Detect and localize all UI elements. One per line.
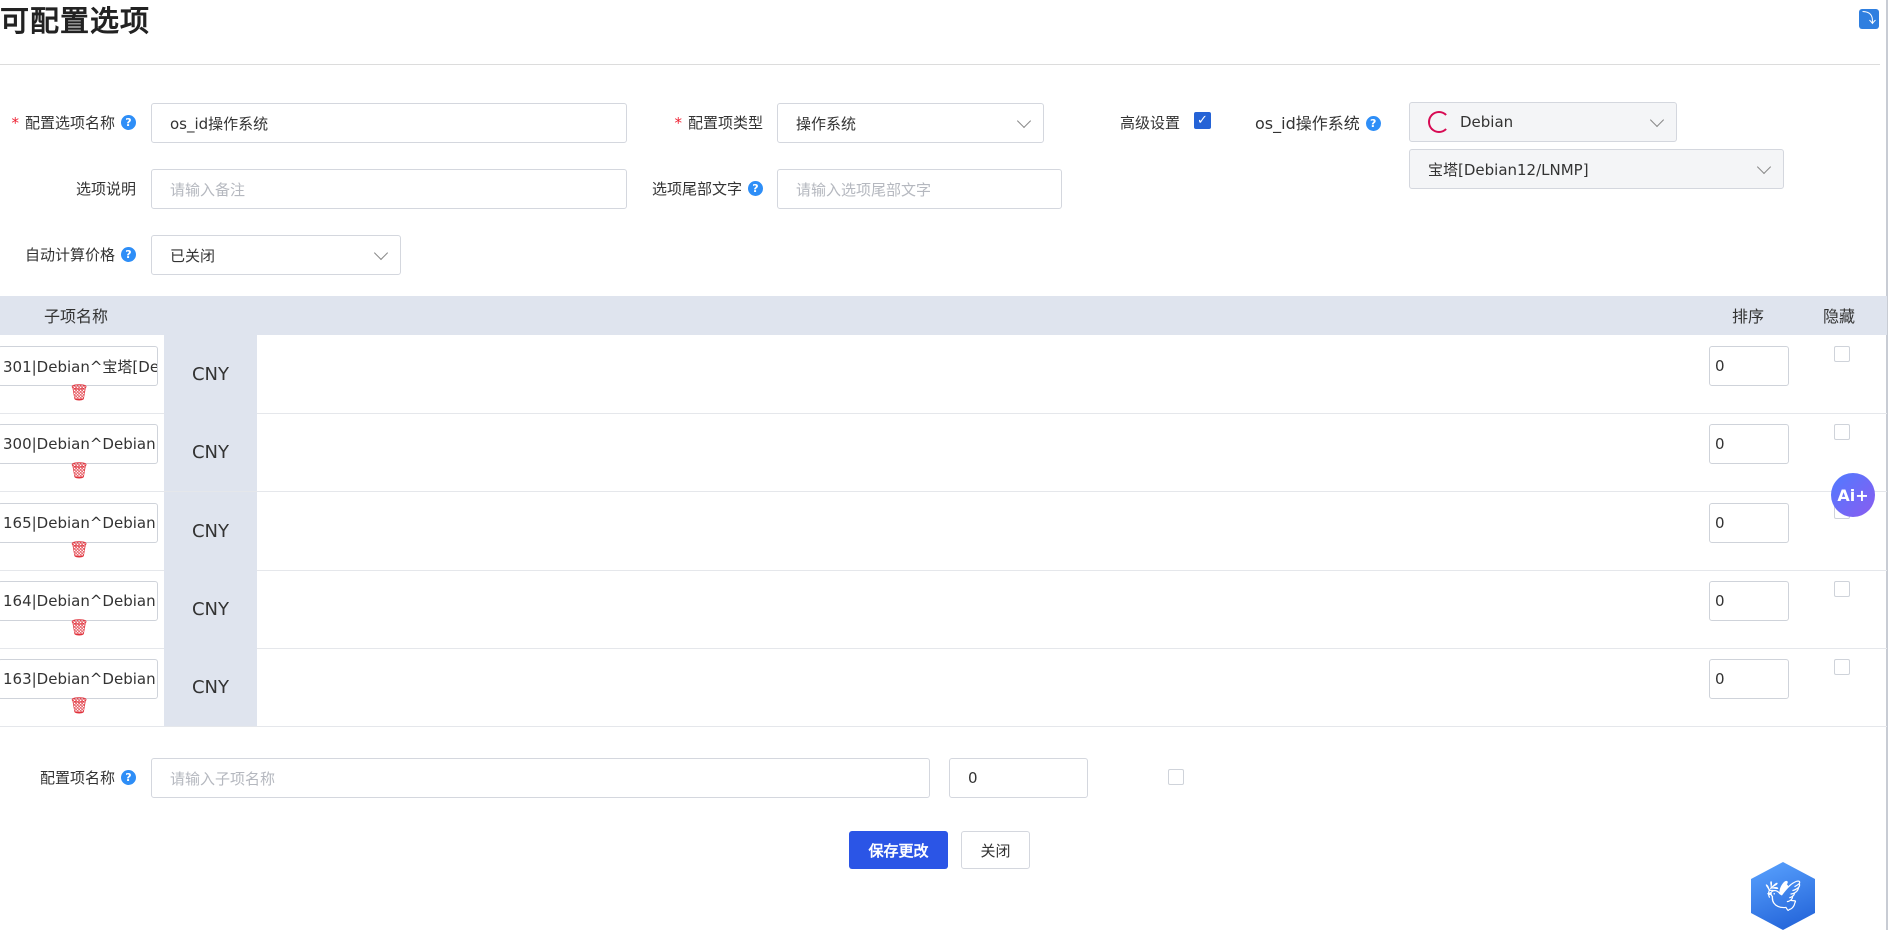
help-icon[interactable]: ?	[748, 181, 763, 196]
row-sort-input[interactable]: 0	[1709, 581, 1789, 621]
advanced-label: 高级设置	[1119, 114, 1180, 132]
new-item-label: 配置项名称?	[8, 767, 136, 788]
ai-assistant-button[interactable]: Ai+	[1831, 473, 1875, 517]
row-divider	[0, 491, 1887, 492]
required-mark: *	[11, 114, 19, 132]
required-mark: *	[674, 114, 682, 132]
os-select-value: Debian	[1460, 113, 1514, 131]
row-divider	[0, 413, 1887, 414]
os-label: os_id操作系统?	[1255, 110, 1395, 134]
debian-logo-icon	[1428, 111, 1450, 133]
row-sort-input[interactable]: 0	[1709, 659, 1789, 699]
row-hidden-checkbox[interactable]	[1834, 346, 1850, 362]
os-version-value: 宝塔[Debian12/LNMP]	[1428, 160, 1589, 179]
row-currency: CNY	[164, 413, 257, 491]
new-item-hidden-checkbox[interactable]	[1168, 769, 1184, 785]
option-name-label-text: 配置选项名称	[24, 114, 115, 132]
row-name-input[interactable]: 164|Debian^Debian11	[0, 581, 158, 621]
chevron-down-icon	[1016, 113, 1032, 129]
os-select[interactable]: Debian	[1409, 102, 1677, 142]
help-icon[interactable]: ?	[121, 115, 136, 130]
row-currency: CNY	[164, 570, 257, 648]
save-button[interactable]: 保存更改	[849, 831, 948, 869]
suffix-label: 选项尾部文字?	[630, 178, 763, 199]
scrollbar-track[interactable]	[1886, 0, 1888, 930]
row-currency: CNY	[164, 648, 257, 726]
row-sort-input[interactable]: 0	[1709, 503, 1789, 543]
option-name-input[interactable]: os_id操作系统	[151, 103, 627, 143]
suffix-label-text: 选项尾部文字	[651, 180, 742, 198]
auto-price-value: 已关闭	[170, 246, 216, 265]
row-currency: CNY	[164, 492, 257, 570]
row-name-input[interactable]: 165|Debian^Debian12	[0, 503, 158, 543]
new-item-name-input[interactable]: 请输入子项名称	[151, 758, 930, 798]
desc-input[interactable]: 请输入备注	[151, 169, 627, 209]
row-hidden-checkbox[interactable]	[1834, 659, 1850, 675]
trash-icon[interactable]: 🗑	[69, 697, 89, 715]
row-name-input[interactable]: 163|Debian^Debian10.	[0, 659, 158, 699]
help-icon[interactable]: ?	[121, 770, 136, 785]
desc-label: 选项说明	[75, 180, 136, 198]
type-label-text: 配置项类型	[687, 114, 763, 132]
close-button[interactable]: 关闭	[961, 831, 1030, 869]
trash-icon[interactable]: 🗑	[69, 541, 89, 559]
type-label: * 配置项类型	[670, 112, 763, 133]
auto-price-select[interactable]: 已关闭	[151, 235, 401, 275]
new-item-sort-input[interactable]: 0	[949, 758, 1088, 798]
bird-logo-icon[interactable]: 🕊	[1751, 862, 1815, 930]
row-name-input[interactable]: 301|Debian^宝塔[Debian	[0, 346, 158, 386]
trash-icon[interactable]: 🗑	[69, 619, 89, 637]
row-hidden-checkbox[interactable]	[1834, 581, 1850, 597]
table-header	[0, 296, 1887, 335]
auto-price-label: 自动计算价格?	[8, 244, 136, 265]
row-divider	[0, 570, 1887, 571]
chevron-down-icon	[1756, 159, 1772, 175]
suffix-input[interactable]: 请输入选项尾部文字	[777, 169, 1062, 209]
header-sort: 排序	[1732, 307, 1765, 326]
collapse-icon[interactable]: ⤵	[1859, 9, 1879, 29]
os-label-text: os_id操作系统	[1255, 114, 1360, 133]
os-version-select[interactable]: 宝塔[Debian12/LNMP]	[1409, 149, 1784, 189]
advanced-checkbox[interactable]: ✓	[1194, 112, 1211, 129]
header-name: 子项名称	[44, 307, 109, 326]
row-divider	[0, 726, 1887, 727]
title-divider	[0, 64, 1880, 65]
type-select[interactable]: 操作系统	[777, 103, 1044, 143]
row-divider	[0, 648, 1887, 649]
chevron-down-icon	[373, 245, 389, 261]
option-name-label: * 配置选项名称?	[8, 112, 136, 133]
header-hidden: 隐藏	[1823, 307, 1856, 326]
page-title: 可配置选项	[0, 4, 151, 38]
row-name-input[interactable]: 300|Debian^Debian13	[0, 424, 158, 464]
type-select-value: 操作系统	[796, 114, 857, 133]
row-currency: CNY	[164, 335, 257, 413]
row-sort-input[interactable]: 0	[1709, 346, 1789, 386]
auto-price-label-text: 自动计算价格	[24, 246, 115, 264]
new-item-label-text: 配置项名称	[39, 769, 115, 787]
help-icon[interactable]: ?	[121, 247, 136, 262]
help-icon[interactable]: ?	[1365, 116, 1381, 131]
chevron-down-icon	[1649, 112, 1665, 128]
trash-icon[interactable]: 🗑	[69, 384, 89, 402]
row-hidden-checkbox[interactable]	[1834, 424, 1850, 440]
trash-icon[interactable]: 🗑	[69, 462, 89, 480]
row-sort-input[interactable]: 0	[1709, 424, 1789, 464]
